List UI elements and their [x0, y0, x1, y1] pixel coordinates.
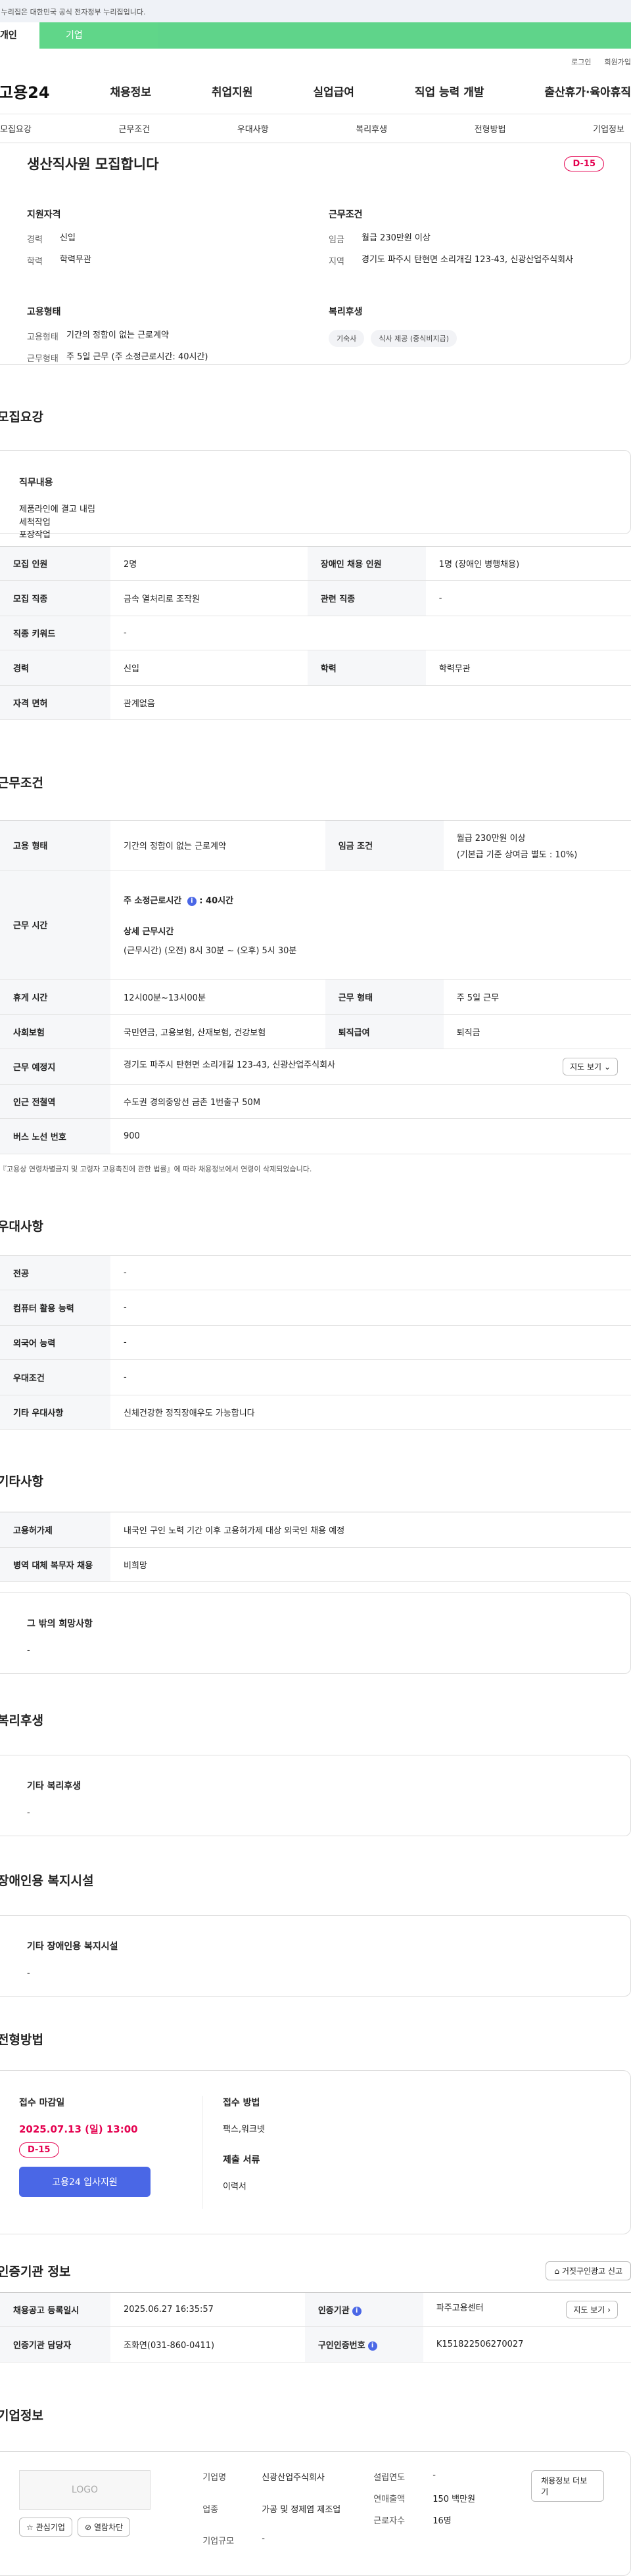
welfare-chip: 식사 제공 (중식비지급)	[371, 330, 457, 347]
recruit-table: 모집 인원 2명 장애인 채용 인원 1명 (장애인 병행채용) 모집 직종 금속 열…	[0, 546, 631, 720]
section-title: 장애인용 복지시설	[0, 1874, 94, 1888]
job-title: 생산직사원 모집합니다	[27, 156, 159, 172]
other-wishes-box: 그 밖의 희망사항 -	[0, 1593, 631, 1674]
welfare-box: 기타 복리후생 -	[0, 1755, 631, 1836]
section-title: 우대사항	[0, 1219, 43, 1234]
company-logo: LOGO	[19, 2470, 151, 2510]
info-icon[interactable]: i	[352, 2306, 362, 2316]
chevron-right-icon: ›	[607, 2305, 611, 2315]
gnb-unemployment-benefit[interactable]: 실업급여	[313, 83, 354, 99]
disability-facilities-section: 장애인용 복지시설 기타 장애인용 복지시설 -	[0, 1871, 631, 1997]
home-icon: ⌂	[554, 2267, 560, 2276]
recruit-section: 모집요강 직무내용 제품라인에 결고 내림 세척작업 포장작업 모집 인원 2명 …	[0, 407, 631, 720]
age-notice: * 『고용상 연령차별금지 및 고령자 고용촉진에 관한 법률』에 따라 채용정…	[0, 1165, 312, 1173]
tab-preferences[interactable]: 우대사항	[237, 122, 269, 135]
preferences-section: 우대사항 전공 - 컴퓨터 활용 능력 - 외국어 능력 - 우대조건 - 기타 우대사…	[0, 1217, 631, 1430]
dday-badge: D-15	[564, 156, 604, 171]
block-view-button[interactable]: ⊘ 열람차단	[77, 2518, 131, 2537]
login-link[interactable]: 로그인	[571, 56, 591, 68]
detail-anchor-tabs: 모집요강 근무조건 우대사항 복리후생 전형방법 기업정보	[0, 114, 631, 143]
section-title: 전형방법	[0, 2033, 43, 2047]
section-title: 기업정보	[0, 2408, 43, 2423]
company-section: 기업정보 LOGO ☆ 관심기업 ⊘ 열람차단 기업명 신광산업주식회사 업종 가공 및…	[0, 2406, 631, 2576]
tab-work-conditions[interactable]: 근무조건	[118, 122, 150, 135]
section-title: 모집요강	[0, 410, 43, 424]
tab-personal[interactable]: 개인	[0, 22, 39, 49]
etc-table: 고용허가제 내국인 구인 노력 기간 이후 고용허가제 대상 외국인 채용 예정 …	[0, 1512, 631, 1582]
deadline-date: 2025.07.13 (일) 13:00	[19, 2123, 138, 2135]
gnb-jobs[interactable]: 채용정보	[110, 83, 151, 99]
section-title: 기타사항	[0, 1474, 43, 1489]
star-icon: ☆	[26, 2522, 34, 2532]
welfare-block: 복리후생 기숙사 식사 제공 (중식비지급)	[329, 305, 604, 373]
info-icon[interactable]: i	[367, 2341, 377, 2351]
tab-company[interactable]: 기업	[39, 22, 158, 49]
section-title: 복리후생	[0, 1713, 43, 1728]
duty-box: 직무내용 제품라인에 결고 내림 세척작업 포장작업	[0, 450, 631, 540]
tab-recruit[interactable]: 모집요강	[0, 122, 32, 135]
site-logo[interactable]: 고용24	[0, 79, 50, 102]
welfare-section: 복리후생 기타 복리후생 -	[0, 1711, 631, 1836]
company-card: LOGO ☆ 관심기업 ⊘ 열람차단 기업명 신광산업주식회사 업종 가공 및 정제염 …	[0, 2451, 631, 2576]
selection-section: 전형방법 접수 마감일 2025.07.13 (일) 13:00 D-15 고용…	[0, 2030, 631, 2234]
apply-button[interactable]: 고용24 입사지원	[19, 2167, 151, 2197]
work-table: 고용 형태 기간의 정함이 없는 근로계약 임금 조건 월급 230만원 이상 (기…	[0, 820, 631, 1154]
more-jobs-button[interactable]: 채용정보 더보기	[531, 2470, 604, 2502]
qualification-block: 지원자격 경력 신입 학력 학력무관	[27, 210, 91, 267]
conditions-block: 근무조건 임금 월급 230만원 이상 지역 경기도 파주시 탄현면 소리개길 12…	[329, 210, 573, 267]
job-summary-card: 생산직사원 모집합니다 D-15 지원자격 경력 신입 학력 학력무관 근무조건 임…	[0, 143, 631, 365]
chevron-down-icon: ⌄	[603, 1062, 611, 1072]
map-view-button[interactable]: 지도 보기 ⌄	[563, 1058, 618, 1075]
dday-badge: D-15	[19, 2142, 59, 2158]
section-title: 근무조건	[0, 776, 43, 790]
signup-link[interactable]: 회원가입	[605, 56, 631, 68]
info-icon[interactable]: i	[187, 896, 197, 906]
utility-nav: 로그인 회원가입	[0, 49, 631, 68]
disability-facilities-box: 기타 장애인용 복지시설 -	[0, 1915, 631, 1997]
work-conditions-section: 근무조건 고용 형태 기간의 정함이 없는 근로계약 임금 조건 월급 230만원…	[0, 773, 631, 1174]
tab-company[interactable]: 기업정보	[593, 122, 624, 135]
employment-type-block: 고용형태 고용형태 기간의 정함이 없는 근로계약 근무형태 주 5일 근무 (주 …	[27, 307, 208, 364]
cert-section: 인증기관 정보 ⌂ 거짓구인광고 신고 채용공고 등록일시 2025.06.27 …	[0, 2261, 631, 2362]
cert-table: 채용공고 등록일시 2025.06.27 16:35:57 인증기관 i 파주고용센…	[0, 2292, 631, 2362]
cert-map-button[interactable]: 지도 보기 ›	[566, 2301, 618, 2318]
etc-section: 기타사항 고용허가제 내국인 구인 노력 기간 이후 고용허가제 대상 외국인 채…	[0, 1472, 631, 1674]
tab-selection[interactable]: 전형방법	[475, 122, 506, 135]
gnb-vocational-training[interactable]: 직업 능력 개발	[415, 83, 484, 99]
report-fake-ad-button[interactable]: ⌂ 거짓구인광고 신고	[546, 2261, 631, 2280]
favorite-company-button[interactable]: ☆ 관심기업	[19, 2518, 72, 2537]
apply-card: 접수 마감일 2025.07.13 (일) 13:00 D-15 고용24 입사…	[0, 2070, 631, 2234]
pref-table: 전공 - 컴퓨터 활용 능력 - 외국어 능력 - 우대조건 - 기타 우대사항 신체건강…	[0, 1255, 631, 1430]
gnb-parental-leave[interactable]: 출산휴가·육아휴직	[544, 83, 631, 99]
section-title: 인증기관 정보	[0, 2265, 71, 2279]
gnb-employment-support[interactable]: 취업지원	[212, 83, 253, 99]
user-type-tabs: 개인 기업	[0, 22, 631, 49]
block-icon: ⊘	[84, 2522, 91, 2532]
gov-banner: 이 누리집은 대한민국 공식 전자정부 누리집입니다.	[0, 0, 631, 22]
tab-welfare[interactable]: 복리후생	[356, 122, 387, 135]
global-nav: 고용24 채용정보 취업지원 실업급여 직업 능력 개발 출산휴가·육아휴직	[0, 68, 631, 114]
welfare-chip: 기숙사	[329, 330, 365, 347]
